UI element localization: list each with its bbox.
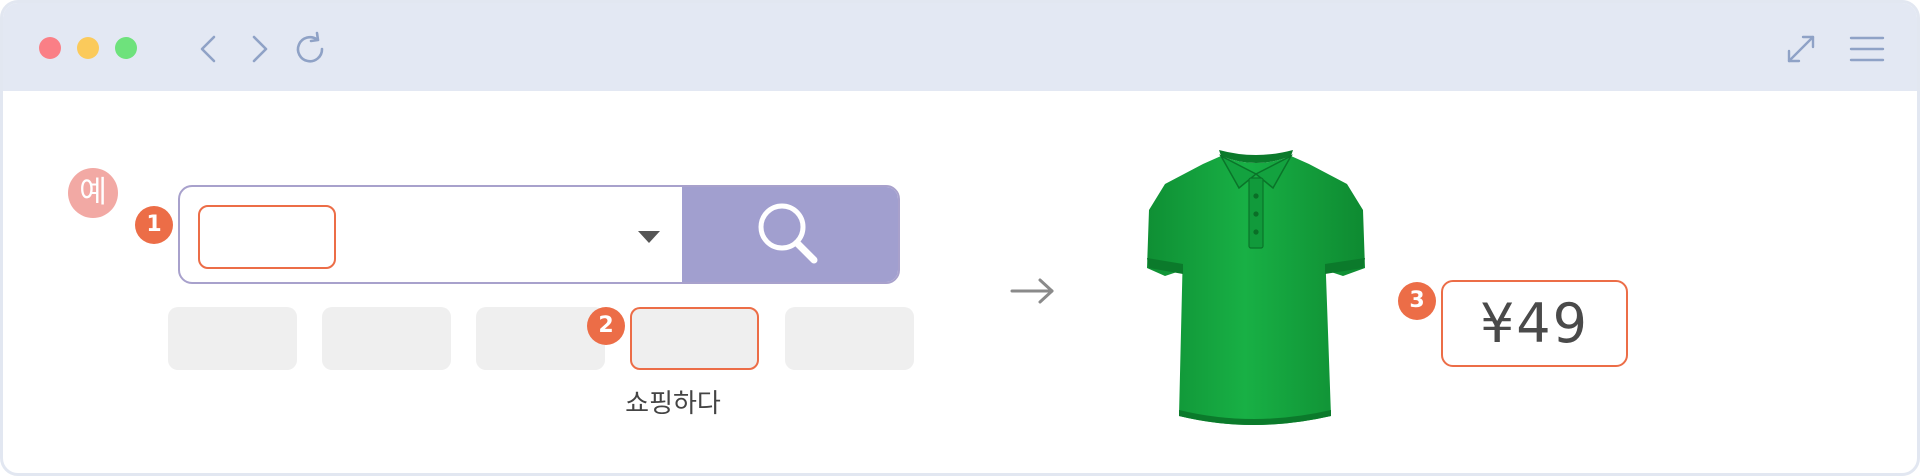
- step-badge-1: 1: [135, 206, 173, 244]
- category-chip[interactable]: [785, 307, 914, 370]
- arrow-right-icon: [1008, 271, 1058, 311]
- dropdown-arrow-icon[interactable]: [638, 231, 660, 243]
- search-icon: [758, 203, 818, 264]
- category-chip[interactable]: [168, 307, 297, 370]
- browser-window: 예 1 2 쇼핑하다 3 ¥49: [0, 0, 1920, 476]
- expand-icon[interactable]: [1781, 29, 1821, 69]
- search-input[interactable]: [198, 205, 336, 269]
- search-bar: [178, 185, 900, 284]
- example-badge: 예: [68, 168, 118, 218]
- category-chip-shopping[interactable]: [630, 307, 759, 370]
- product-image-polo-shirt[interactable]: [1143, 148, 1369, 434]
- category-chip[interactable]: [476, 307, 605, 370]
- step-badge-2: 2: [587, 307, 625, 345]
- search-button[interactable]: [682, 187, 898, 282]
- category-label-shopping: 쇼핑하다: [625, 389, 721, 419]
- reload-icon[interactable]: [291, 29, 331, 69]
- product-price: ¥49: [1441, 280, 1628, 367]
- close-window-button[interactable]: [39, 37, 61, 59]
- minimize-window-button[interactable]: [77, 37, 99, 59]
- forward-icon[interactable]: [239, 29, 279, 69]
- maximize-window-button[interactable]: [115, 37, 137, 59]
- category-chip[interactable]: [322, 307, 451, 370]
- step-badge-3: 3: [1398, 282, 1436, 320]
- back-icon[interactable]: [189, 29, 229, 69]
- menu-icon[interactable]: [1847, 29, 1887, 69]
- title-bar: [3, 3, 1917, 91]
